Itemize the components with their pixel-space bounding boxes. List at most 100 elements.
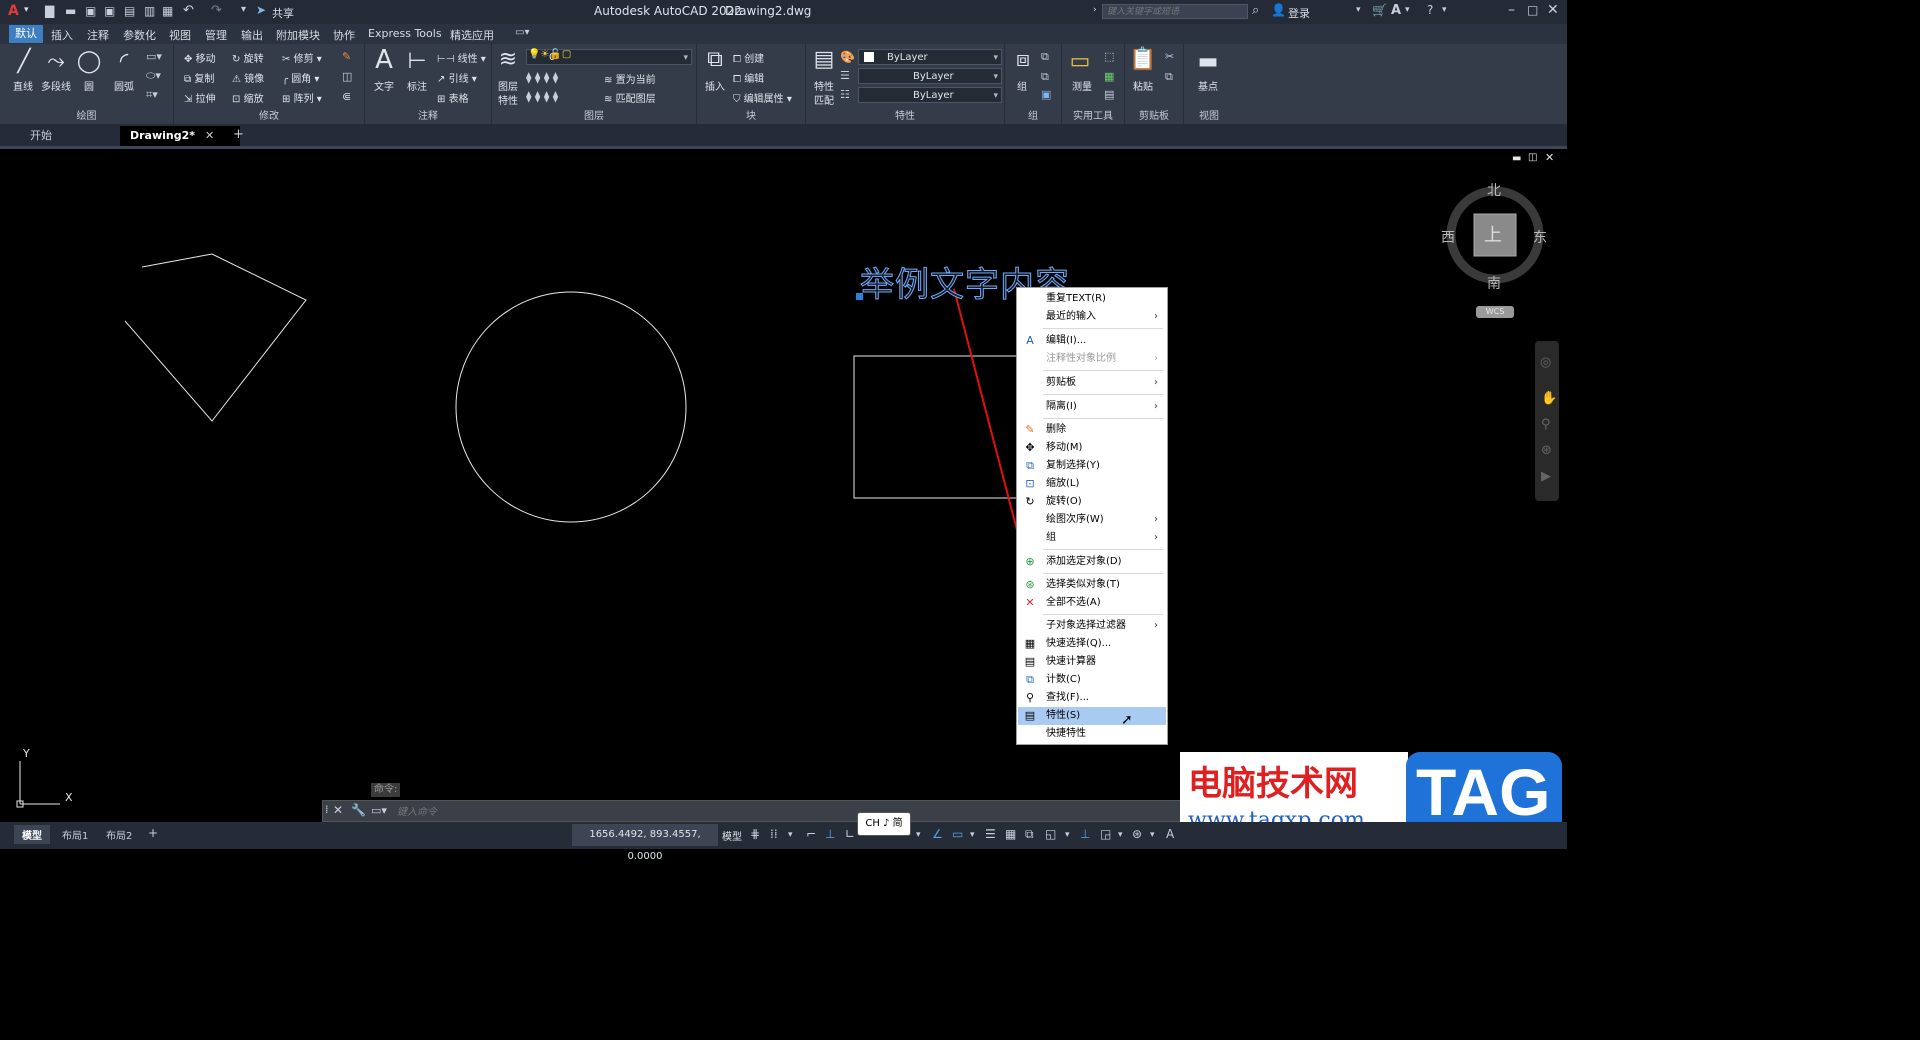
properties-group-title[interactable]: 特性 (806, 107, 1004, 122)
edit-attribute-button[interactable]: ⛉ 编辑属性 ▾ (733, 90, 792, 105)
isodraft-icon[interactable]: ∠ (932, 827, 943, 841)
group-edit-icon[interactable]: ⧉ (1041, 70, 1049, 84)
match-properties-label-1[interactable]: 特性 (814, 78, 834, 93)
create-block-button[interactable]: ⧠ 创建 (733, 50, 764, 65)
ortho-icon[interactable]: ∟ (845, 827, 855, 841)
circle-icon[interactable]: ◯ (75, 48, 103, 76)
dimension-button[interactable]: 标注 (407, 78, 427, 93)
orbit-icon[interactable]: ⊛ (1541, 443, 1552, 458)
tab-drawing2[interactable]: Drawing2* (120, 126, 240, 146)
group-select-icon[interactable]: ▣ (1041, 88, 1051, 101)
cut-icon[interactable]: ✂ (1165, 50, 1174, 63)
gizmo-dropdown-icon[interactable]: ▾ (1118, 830, 1123, 840)
text-button[interactable]: 文字 (374, 78, 394, 93)
compass-east[interactable]: 东 (1533, 227, 1547, 247)
command-close-icon[interactable]: ✕ (333, 803, 343, 817)
customize-quick-access-icon[interactable]: ▾ (241, 4, 246, 15)
search-input[interactable] (1102, 4, 1248, 19)
transparency-icon[interactable]: ▦ (1005, 827, 1016, 841)
ctx-rotate[interactable]: ↻ 旋转(O) (1018, 493, 1166, 511)
ctx-repeat-text[interactable]: 重复TEXT(R) (1018, 290, 1166, 308)
array-button[interactable]: ⊞ 阵列 ▾ (282, 90, 322, 105)
leader-button[interactable]: ↗ 引线 ▾ (437, 70, 477, 85)
layer-tools-row2-icon[interactable]: ⧫ ⧫ ⧫ ⧫ (526, 90, 558, 103)
pan-icon[interactable]: ✋ (1541, 391, 1557, 406)
open-file-icon[interactable]: ▬ (65, 4, 76, 18)
measure-icon[interactable]: ▭ (1066, 48, 1094, 76)
base-view-button[interactable]: 基点 (1198, 78, 1218, 93)
compass-north[interactable]: 北 (1487, 180, 1501, 200)
ctx-quick-calc[interactable]: ▤ 快速计算器 (1018, 653, 1166, 671)
calculator-icon[interactable]: ▤ (1104, 88, 1114, 101)
layer-properties-label-2[interactable]: 特性 (498, 92, 518, 107)
redo-icon[interactable]: ↷ (211, 3, 222, 18)
command-line-grip-icon[interactable]: ⁞ (325, 803, 329, 816)
color-dropdown[interactable]: ByLayer (858, 49, 1002, 66)
open-web-icon[interactable]: ▤ (124, 4, 135, 18)
ctx-edit[interactable]: A 编辑(I)... (1018, 332, 1166, 350)
scale-button[interactable]: ⊡ 缩放 (232, 90, 264, 105)
tab-insert[interactable]: 插入 (51, 27, 73, 43)
select-icon[interactable]: ⬚ (1104, 50, 1114, 63)
table-button[interactable]: ⊞ 表格 (437, 90, 469, 105)
grid-icon[interactable]: ⋕ (750, 827, 760, 841)
ctx-draw-order[interactable]: 绘图次序(W) › (1018, 511, 1166, 529)
layout1-tab[interactable]: 布局1 (54, 825, 96, 844)
ctx-quick-properties[interactable]: 快捷特性 (1018, 725, 1166, 743)
viewport-restore-icon[interactable]: ◫ (1528, 152, 1537, 163)
group-icon[interactable]: ⧈ (1009, 46, 1037, 74)
close-tab-icon[interactable]: ✕ (205, 129, 214, 142)
undo-icon[interactable]: ↶ (183, 3, 194, 18)
ctx-find[interactable]: ⚲ 查找(F)... (1018, 689, 1166, 707)
cart-icon[interactable]: 🛒 (1372, 3, 1387, 17)
share-icon[interactable]: ➤ (256, 3, 266, 17)
quick-select-icon[interactable]: ▦ (1104, 70, 1114, 83)
ctx-select-similar[interactable]: ⊛ 选择类似对象(T) (1018, 576, 1166, 594)
hatch-icon[interactable]: ⬭▾ (146, 69, 161, 83)
ctx-quick-select[interactable]: ▦ 快速选择(Q)... (1018, 635, 1166, 653)
tab-annotate[interactable]: 注释 (87, 27, 109, 43)
polar-dropdown-icon[interactable]: ▾ (916, 830, 921, 840)
ctx-erase[interactable]: ✎ 删除 (1018, 421, 1166, 439)
ctx-copy-selection[interactable]: ⧉ 复制选择(Y) (1018, 457, 1166, 475)
new-tab-plus-icon[interactable]: + (233, 127, 244, 142)
ctx-count[interactable]: ⧉ 计数(C) (1018, 671, 1166, 689)
stretch-button[interactable]: ⇲ 拉伸 (184, 90, 216, 105)
ctx-recent-input[interactable]: 最近的输入 › (1018, 308, 1166, 326)
set-current-button[interactable]: ≋ 置为当前 (604, 71, 656, 86)
3d-osnap-icon[interactable]: ◱ (1045, 827, 1056, 841)
line-icon[interactable]: ╱ (10, 48, 38, 76)
layer-tools-row1-icon[interactable]: ⧫ ⧫ ⧫ ⧫ (526, 71, 558, 84)
arc-button[interactable]: 圆弧 (114, 78, 134, 93)
ctx-deselect-all[interactable]: ✕ 全部不选(A) (1018, 594, 1166, 612)
maximize-icon[interactable]: □ (1527, 3, 1538, 17)
save-as-icon[interactable]: ▣ (104, 4, 115, 18)
ctx-add-selected[interactable]: ⊕ 添加选定对象(D) (1018, 553, 1166, 571)
steering-wheel-icon[interactable]: ◎ (1540, 355, 1551, 370)
lineweight-dropdown[interactable]: ByLayer (858, 87, 1002, 104)
minimize-icon[interactable]: – (1508, 2, 1515, 18)
groups-group-title[interactable]: 组 (1005, 107, 1061, 122)
tab-output[interactable]: 输出 (241, 27, 263, 43)
annotation-visibility-dropdown-icon[interactable]: ▾ (1150, 830, 1155, 840)
trim-button[interactable]: ✂ 修剪 ▾ (282, 50, 322, 65)
drawing-canvas[interactable]: 举例文字内容 Y X ▬ ◫ ✕ 北 南 东 西 上 WCS ◎ ✋ ⚲ ⊛ ▶… (0, 149, 1567, 840)
circle-shape[interactable] (455, 291, 687, 523)
help-icon[interactable]: ? (1427, 3, 1433, 17)
3d-osnap-dropdown-icon[interactable]: ▾ (1065, 830, 1070, 840)
help-dropdown-icon[interactable]: ▾ (1442, 5, 1447, 15)
polyline-shape[interactable] (124, 253, 307, 422)
text-icon[interactable]: A (370, 46, 398, 74)
line-button[interactable]: 直线 (13, 78, 33, 93)
erase-icon[interactable]: ✎ (342, 50, 351, 63)
tab-featured-apps[interactable]: 精选应用 (450, 27, 494, 43)
share-label[interactable]: 共享 (272, 5, 294, 21)
match-properties-label-2[interactable]: 匹配 (814, 92, 834, 107)
clipboard-group-title[interactable]: 剪贴板 (1125, 107, 1183, 122)
lineweight-toggle-icon[interactable]: ☰ (985, 827, 996, 841)
explode-icon[interactable]: ◫ (342, 70, 352, 83)
viewport-minimize-icon[interactable]: ▬ (1512, 153, 1521, 164)
rectangle-shape[interactable] (853, 355, 1025, 499)
selection-cycling-icon[interactable]: ⧉ (1025, 827, 1034, 842)
command-customize-icon[interactable]: 🔧 (351, 803, 366, 817)
